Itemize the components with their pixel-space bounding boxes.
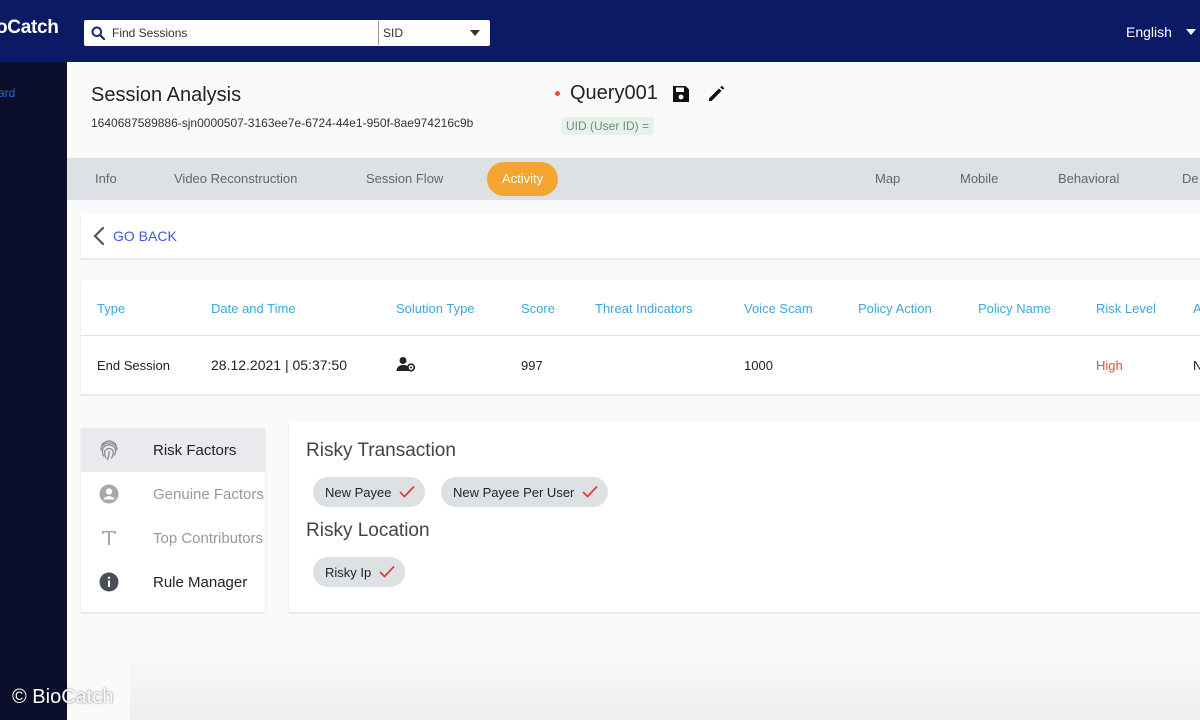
sidebar: ard bbox=[0, 62, 67, 720]
search-input[interactable] bbox=[112, 26, 378, 40]
menu-item-genuine-factors[interactable]: Genuine Factors bbox=[81, 472, 265, 516]
go-back-bar[interactable]: GO BACK bbox=[81, 214, 1200, 258]
fingerprint-icon bbox=[99, 440, 119, 461]
menu-item-top-contributors[interactable]: Top Contributors bbox=[81, 516, 265, 560]
language-select[interactable]: English bbox=[1126, 24, 1196, 40]
chevron-down-icon bbox=[470, 30, 480, 36]
chip-risky-ip[interactable]: Risky Ip bbox=[313, 557, 406, 587]
factors-menu: Risk Factors Genuine Factors Top Contrib… bbox=[81, 428, 265, 612]
cell-type: End Session bbox=[97, 358, 170, 373]
chip-label: New Payee bbox=[325, 484, 392, 500]
menu-item-label: Rule Manager bbox=[153, 573, 248, 591]
column-header[interactable]: Date and Time bbox=[211, 301, 296, 316]
tab-activity[interactable]: Activity bbox=[487, 162, 559, 196]
main-content: Session Analysis 1640687589886-sjn000050… bbox=[67, 62, 1200, 720]
unsaved-dot-icon bbox=[555, 91, 560, 96]
save-icon[interactable] bbox=[672, 85, 690, 103]
copyright-watermark: © BioCatch bbox=[12, 686, 114, 708]
tab-bar: Info Video Reconstruction Session Flow A… bbox=[67, 158, 1200, 200]
search-type-value: SID bbox=[383, 26, 404, 40]
cell-score: 997 bbox=[521, 358, 543, 373]
search-icon[interactable] bbox=[84, 20, 112, 46]
column-header[interactable]: Policy Action bbox=[858, 301, 932, 316]
chevron-down-icon bbox=[1185, 29, 1196, 35]
chevron-left-icon bbox=[93, 226, 105, 246]
tab-info[interactable]: Info bbox=[95, 158, 117, 200]
cell-risk-level: High bbox=[1096, 358, 1123, 373]
tab-mobile[interactable]: Mobile bbox=[960, 158, 998, 200]
chip-new-payee[interactable]: New Payee bbox=[313, 477, 426, 507]
page-title: Session Analysis bbox=[91, 84, 242, 106]
search-bar: SID bbox=[84, 20, 490, 46]
menu-item-rule-manager[interactable]: Rule Manager bbox=[81, 560, 265, 604]
chip-label: New Payee Per User bbox=[453, 484, 575, 500]
table-header: Type Date and Time Solution Type Score T… bbox=[81, 280, 1200, 336]
tab-overflow[interactable]: De bbox=[1182, 158, 1199, 200]
top-bar: oCatch SID English bbox=[0, 0, 1200, 62]
user-lock-icon bbox=[396, 356, 416, 375]
query-header: Query001 bbox=[555, 82, 726, 105]
column-header[interactable]: Policy Name bbox=[978, 301, 1051, 316]
column-header[interactable]: Solution Type bbox=[396, 301, 475, 316]
chip-new-payee-per-user[interactable]: New Payee Per User bbox=[441, 477, 609, 507]
sidebar-item-dashboard[interactable]: ard bbox=[0, 86, 15, 100]
column-header[interactable]: Score bbox=[521, 301, 555, 316]
column-header[interactable]: A bbox=[1193, 301, 1200, 316]
column-header[interactable]: Voice Scam bbox=[744, 301, 813, 316]
menu-item-label: Genuine Factors bbox=[153, 485, 264, 503]
footer-shade bbox=[130, 650, 1200, 720]
uid-chip[interactable]: UID (User ID) = bbox=[561, 117, 655, 135]
search-type-select[interactable]: SID bbox=[379, 20, 490, 46]
query-name: Query001 bbox=[570, 82, 658, 104]
column-header[interactable]: Threat Indicators bbox=[595, 301, 693, 316]
edit-pencil-icon[interactable] bbox=[706, 84, 726, 104]
tab-map[interactable]: Map bbox=[875, 158, 900, 200]
section-title-risky-location: Risky Location bbox=[306, 520, 430, 541]
go-back-link[interactable]: GO BACK bbox=[113, 228, 177, 244]
check-icon bbox=[399, 485, 415, 499]
account-circle-icon bbox=[99, 484, 119, 504]
menu-item-risk-factors[interactable]: Risk Factors bbox=[81, 428, 265, 472]
tab-behavioral[interactable]: Behavioral bbox=[1058, 158, 1119, 200]
check-icon bbox=[582, 485, 598, 499]
session-id: 1640687589886-sjn0000507-3163ee7e-6724-4… bbox=[91, 116, 474, 130]
cell-voice-scam: 1000 bbox=[744, 358, 773, 373]
risk-factors-panel: Risky Transaction New Payee New Payee Pe… bbox=[289, 422, 1200, 612]
tab-video-reconstruction[interactable]: Video Reconstruction bbox=[174, 158, 297, 200]
cell-overflow: N bbox=[1193, 358, 1200, 373]
menu-item-label: Risk Factors bbox=[153, 441, 237, 459]
cell-date-time: 28.12.2021 | 05:37:50 bbox=[211, 357, 347, 373]
tab-session-flow[interactable]: Session Flow bbox=[366, 158, 443, 200]
text-t-icon bbox=[99, 528, 119, 548]
activity-table: Type Date and Time Solution Type Score T… bbox=[81, 280, 1200, 394]
column-header[interactable]: Risk Level bbox=[1096, 301, 1156, 316]
section-title-risky-transaction: Risky Transaction bbox=[306, 440, 456, 461]
menu-item-label: Top Contributors bbox=[153, 529, 264, 547]
check-icon bbox=[379, 565, 395, 579]
language-value: English bbox=[1126, 24, 1172, 40]
info-icon bbox=[99, 572, 119, 592]
column-header[interactable]: Type bbox=[97, 301, 125, 316]
app-logo[interactable]: oCatch bbox=[0, 17, 59, 39]
chip-label: Risky Ip bbox=[325, 564, 372, 580]
